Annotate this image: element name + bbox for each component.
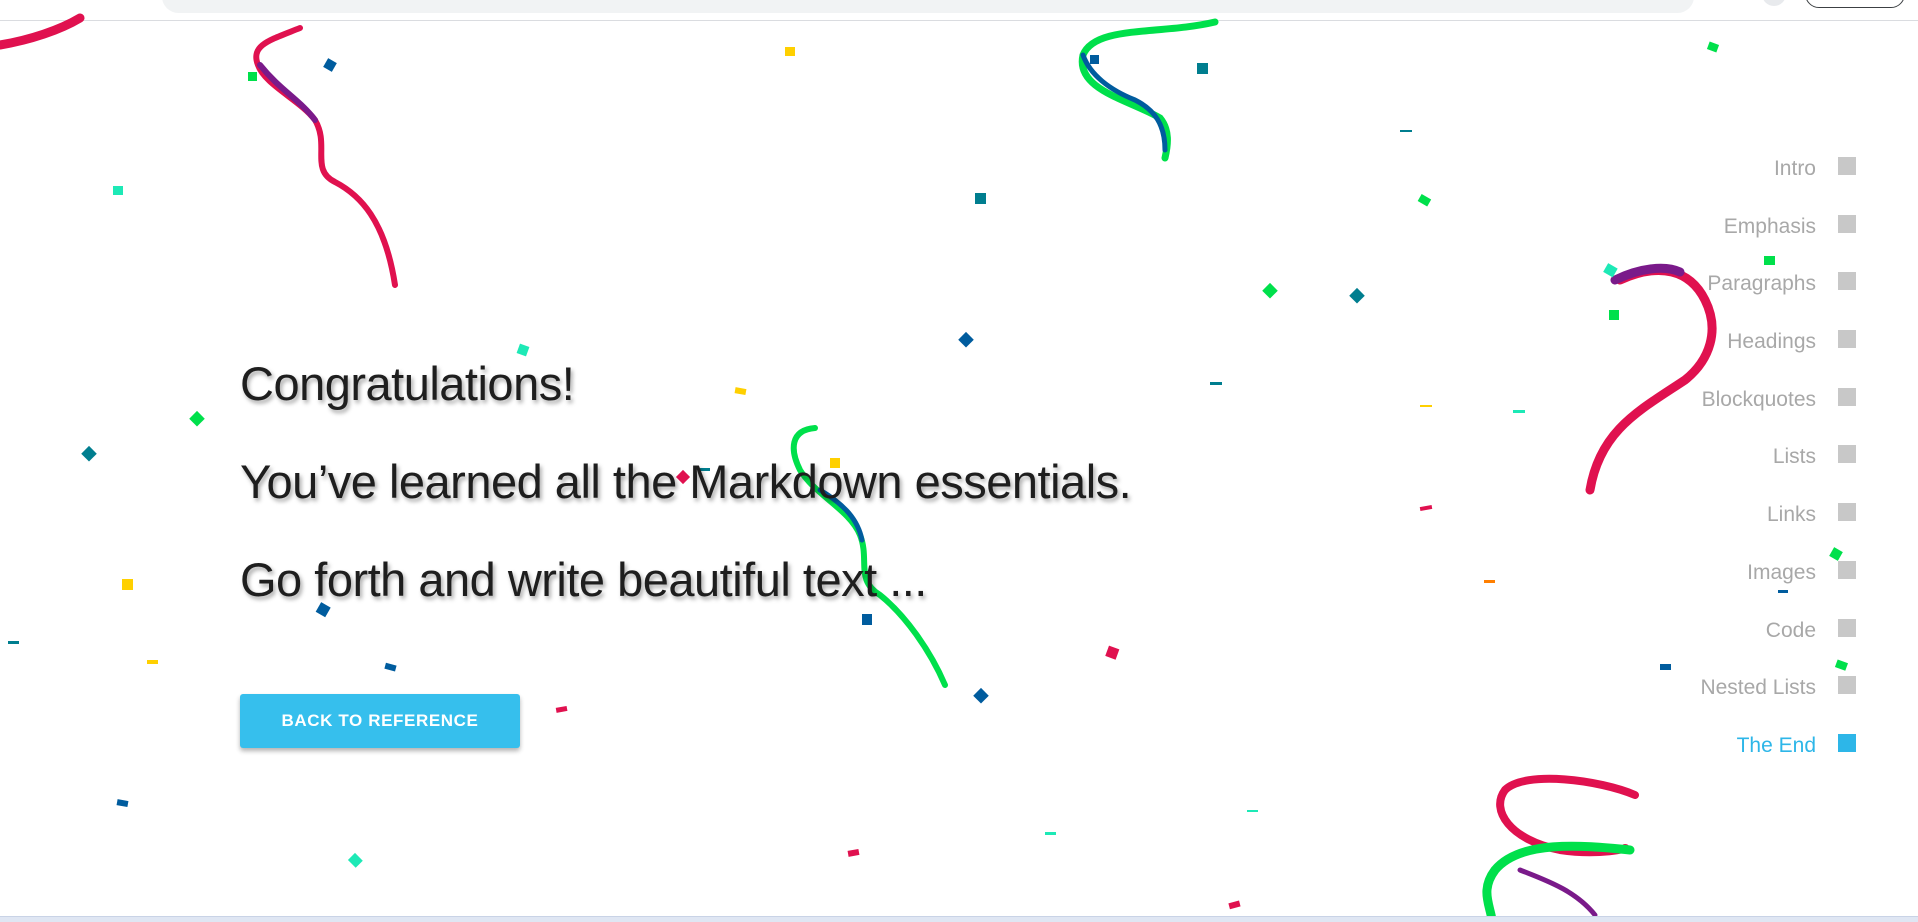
nav-marker-icon — [1838, 733, 1856, 752]
nav-item-nested-lists[interactable]: Nested Lists — [1556, 672, 1856, 730]
back-to-reference-button[interactable]: BACK TO REFERENCE — [240, 694, 520, 748]
nav-item-label: Paragraphs — [1707, 272, 1816, 296]
nav-marker-icon — [1838, 676, 1856, 695]
nav-item-label: Blockquotes — [1701, 387, 1816, 411]
nav-item-blockquotes[interactable]: Blockquotes — [1556, 384, 1856, 442]
page-bottom-border — [0, 916, 1918, 922]
nav-item-links[interactable]: Links — [1556, 499, 1856, 557]
confetti-piece — [147, 660, 158, 664]
confetti-piece — [1045, 832, 1056, 835]
confetti-piece — [1484, 580, 1495, 583]
profile-icon[interactable] — [1762, 0, 1786, 6]
nav-marker-icon — [1838, 503, 1856, 522]
address-bar[interactable] — [162, 0, 1694, 13]
nav-item-label: Intro — [1773, 157, 1816, 180]
confetti-piece — [1513, 410, 1525, 413]
nav-marker-icon — [1838, 157, 1856, 175]
confetti-piece — [1400, 130, 1412, 132]
page-canvas: Congratulations! You’ve learned all the … — [0, 0, 1918, 922]
streamer — [1078, 18, 1219, 162]
confetti-piece — [8, 641, 19, 644]
confetti-piece — [323, 58, 337, 72]
nav-marker-icon — [1838, 445, 1856, 464]
streamer — [257, 62, 318, 123]
confetti-piece — [1090, 55, 1099, 64]
congratulations-heading: Congratulations! — [240, 357, 575, 410]
confetti-piece — [973, 687, 989, 704]
nav-item-label: The End — [1736, 733, 1816, 757]
confetti-piece — [1105, 645, 1120, 660]
closing-message: Go forth and write beautiful text ... — [240, 553, 927, 606]
confetti-piece — [1419, 504, 1433, 512]
streamer — [253, 25, 398, 288]
confetti-piece — [81, 445, 97, 462]
confetti-piece — [1417, 194, 1432, 207]
confetti-piece — [1262, 282, 1278, 299]
nav-marker-icon — [1838, 560, 1856, 579]
confetti-piece — [847, 849, 860, 857]
confetti-piece — [1420, 405, 1432, 407]
confetti-piece — [113, 186, 123, 195]
nav-item-label: Emphasis — [1723, 214, 1816, 238]
confetti-piece — [1706, 41, 1720, 53]
nav-item-intro[interactable]: Intro — [1556, 153, 1856, 211]
confetti-piece — [1228, 900, 1241, 910]
confetti-piece — [555, 705, 568, 713]
confetti-piece — [384, 662, 397, 672]
streamer — [1496, 774, 1639, 857]
nav-item-label: Lists — [1772, 445, 1816, 469]
nav-item-emphasis[interactable]: Emphasis — [1556, 211, 1856, 269]
nav-item-lists[interactable]: Lists — [1556, 441, 1856, 499]
nav-item-images[interactable]: Images — [1556, 557, 1856, 615]
confetti-piece — [862, 614, 872, 625]
nav-marker-icon — [1838, 330, 1856, 349]
browser-toolbar — [0, 0, 1918, 21]
learned-message: You’ve learned all the Markdown essentia… — [240, 455, 1132, 508]
streamer — [0, 13, 85, 50]
nav-marker-icon — [1838, 214, 1856, 233]
confetti-piece — [122, 579, 133, 590]
nav-item-code[interactable]: Code — [1556, 615, 1856, 673]
browser-menu-button[interactable] — [1805, 0, 1905, 8]
nav-marker-icon — [1838, 387, 1856, 406]
confetti-piece — [958, 331, 974, 348]
confetti-piece — [347, 852, 363, 868]
confetti-piece — [975, 193, 986, 204]
confetti-piece — [1349, 287, 1365, 304]
confetti-piece — [248, 72, 257, 81]
nav-item-label: Nested Lists — [1700, 676, 1816, 700]
streamer — [1517, 867, 1598, 918]
nav-marker-icon — [1838, 272, 1856, 291]
nav-item-headings[interactable]: Headings — [1556, 326, 1856, 384]
confetti-piece — [1197, 63, 1208, 74]
nav-marker-icon — [1838, 618, 1856, 637]
streamer — [1482, 841, 1635, 922]
confetti-piece — [785, 47, 795, 56]
nav-item-label: Headings — [1727, 330, 1816, 354]
nav-item-label: Links — [1766, 503, 1816, 527]
confetti-piece — [1210, 382, 1222, 385]
confetti-piece — [1247, 810, 1258, 812]
nav-item-label: Code — [1765, 618, 1816, 642]
nav-item-the-end[interactable]: The End — [1556, 730, 1856, 788]
confetti-piece — [189, 410, 205, 427]
section-nav: Intro Emphasis Paragraphs Headings Block… — [1556, 153, 1856, 788]
nav-item-label: Images — [1747, 560, 1816, 584]
confetti-piece — [516, 343, 530, 357]
nav-item-paragraphs[interactable]: Paragraphs — [1556, 268, 1856, 326]
confetti-piece — [734, 387, 747, 395]
confetti-piece — [116, 799, 129, 807]
streamer — [1080, 52, 1168, 153]
